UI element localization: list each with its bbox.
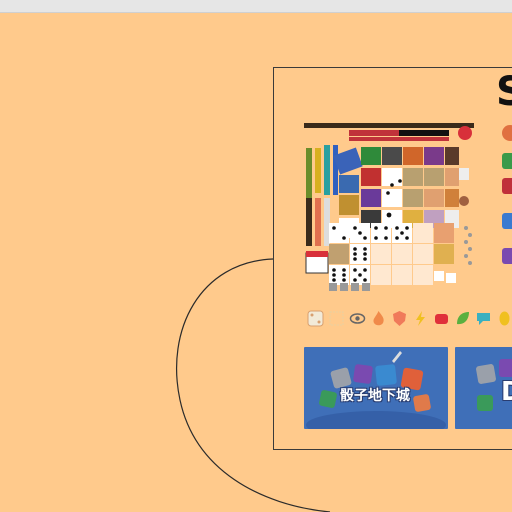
card-title: S <box>496 70 512 114</box>
speech-bubble-icon <box>477 313 490 325</box>
leaf-icon <box>457 312 469 325</box>
coin-icon <box>499 311 510 326</box>
frame-icon <box>329 311 344 326</box>
browser-top-bar <box>0 0 512 13</box>
banner-title-2: D <box>501 377 512 407</box>
shield-icon <box>393 311 406 326</box>
dice-icon <box>307 310 324 327</box>
preview-card[interactable]: S <box>273 67 512 450</box>
eye-icon <box>349 313 366 324</box>
game-banner-2[interactable]: D <box>455 347 512 429</box>
banner-title: 骰子地下城 <box>340 388 410 404</box>
fist-icon <box>435 314 448 324</box>
sprite-sheet-graphic <box>304 123 474 291</box>
icon-row <box>307 310 512 328</box>
game-banner[interactable]: 骰子地下城 <box>304 347 448 429</box>
lightning-icon <box>416 311 425 326</box>
fire-icon <box>373 311 384 326</box>
dice-column-peek <box>502 125 512 264</box>
sprite-sheet <box>304 123 484 302</box>
